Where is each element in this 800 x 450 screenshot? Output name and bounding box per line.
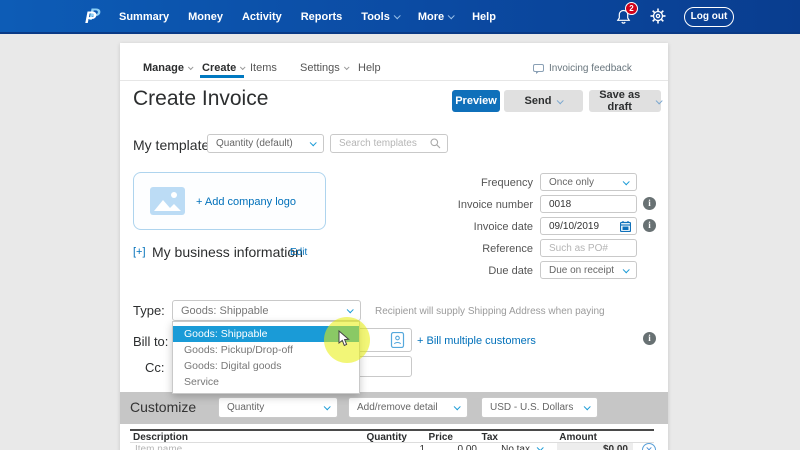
menu-option-goods-digital[interactable]: Goods: Digital goods <box>173 358 359 374</box>
bill-to-label: Bill to: <box>133 334 168 349</box>
notification-count-badge: 2 <box>625 2 638 15</box>
logout-button[interactable]: Log out <box>684 7 734 27</box>
item-row-description <box>135 444 285 450</box>
invoice-date-input[interactable] <box>541 221 620 232</box>
chevron-down-icon <box>393 12 400 19</box>
due-date-label: Due date <box>443 265 533 277</box>
customize-quantity-select[interactable]: Quantity <box>218 397 338 418</box>
invoice-number-label: Invoice number <box>443 199 533 211</box>
paypal-invoicing-screen: P P Summary Money Activity Reports Tools… <box>0 0 800 450</box>
bill-to-info-icon[interactable]: i <box>643 332 656 345</box>
menu-option-service[interactable]: Service <box>173 374 359 390</box>
chevron-down-icon <box>454 403 461 410</box>
reference-input[interactable] <box>541 243 636 254</box>
remove-row-icon[interactable]: ✕ <box>642 443 656 450</box>
nav-item-money[interactable]: Money <box>188 11 223 23</box>
tab-create[interactable]: Create <box>202 62 244 74</box>
page-title: Create Invoice <box>133 87 268 111</box>
type-dropdown-menu: Goods: Shippable Goods: Pickup/Drop-off … <box>172 321 360 394</box>
invoice-date-label: Invoice date <box>443 221 533 233</box>
tab-help[interactable]: Help <box>358 62 381 74</box>
bill-multiple-customers-link[interactable]: + Bill multiple customers <box>417 335 536 347</box>
nav-item-activity[interactable]: Activity <box>242 11 282 23</box>
invoice-date-field <box>540 217 637 235</box>
invoicing-feedback-link[interactable]: Invoicing feedback <box>533 63 632 74</box>
send-button[interactable]: Send <box>504 90 583 112</box>
edit-business-info-link[interactable]: Edit <box>290 247 307 258</box>
search-templates-input[interactable] <box>331 138 430 149</box>
template-select[interactable]: Quantity (default) <box>207 134 324 153</box>
chevron-down-icon <box>584 403 591 410</box>
invoice-date-info-icon[interactable]: i <box>643 219 656 232</box>
currency-select[interactable]: USD - U.S. Dollars <box>481 397 598 418</box>
nav-item-tools[interactable]: Tools <box>361 11 399 23</box>
preview-button[interactable]: Preview <box>452 90 500 112</box>
business-info-label: My business information <box>152 244 303 260</box>
item-row-tax-select[interactable]: No tax <box>488 444 530 450</box>
tab-items[interactable]: Items <box>250 62 277 74</box>
chevron-down-icon <box>310 139 317 146</box>
calendar-icon[interactable] <box>620 221 631 232</box>
type-select-trigger[interactable]: Goods: Shippable <box>172 300 361 321</box>
top-nav: P P Summary Money Activity Reports Tools… <box>0 0 800 34</box>
image-placeholder-icon <box>150 187 185 215</box>
frequency-label: Frequency <box>443 177 533 189</box>
frequency-select[interactable]: Once only <box>540 173 637 191</box>
add-company-logo-label[interactable]: + Add company logo <box>196 196 296 208</box>
invoice-number-input[interactable] <box>541 199 636 210</box>
nav-item-more[interactable]: More <box>418 11 453 23</box>
save-as-draft-button[interactable]: Save as draft <box>589 90 661 112</box>
table-top-border <box>130 429 654 431</box>
menu-option-goods-pickup[interactable]: Goods: Pickup/Drop-off <box>173 342 359 358</box>
nav-item-reports[interactable]: Reports <box>301 11 343 23</box>
search-icon <box>430 138 441 149</box>
menu-option-goods-shippable[interactable]: Goods: Shippable <box>173 326 359 342</box>
chevron-down-icon <box>623 266 630 273</box>
paypal-logo[interactable]: P P <box>84 5 106 29</box>
nav-links: Summary Money Activity Reports Tools Mor… <box>119 0 496 34</box>
cc-label: Cc: <box>145 360 165 375</box>
divider <box>120 80 668 81</box>
expand-business-info-icon[interactable]: [+] <box>133 246 146 258</box>
invoice-number-info-icon[interactable]: i <box>643 197 656 210</box>
address-book-icon[interactable] <box>390 332 405 348</box>
paypal-logo-front-p: P <box>85 8 96 28</box>
due-date-select[interactable]: Due on receipt <box>540 261 637 279</box>
settings-gear-icon[interactable] <box>650 8 666 29</box>
tab-settings[interactable]: Settings <box>300 62 348 74</box>
tab-manage[interactable]: Manage <box>143 62 192 74</box>
chevron-down-icon <box>347 306 354 313</box>
item-row-price[interactable]: 0.00 <box>440 444 477 450</box>
item-row-quantity[interactable]: 1 <box>400 444 425 450</box>
active-tab-underline <box>200 75 244 78</box>
chevron-down-icon <box>448 12 455 19</box>
template-search <box>330 134 448 153</box>
item-row-amount: $0.00 <box>560 444 628 450</box>
reference-field <box>540 239 637 257</box>
chevron-down-icon <box>557 97 564 104</box>
nav-item-help[interactable]: Help <box>472 11 496 23</box>
nav-item-summary[interactable]: Summary <box>119 11 169 23</box>
type-hint-text: Recipient will supply Shipping Address w… <box>375 306 605 317</box>
item-name-input[interactable] <box>135 444 285 450</box>
invoice-number-field <box>540 195 637 213</box>
reference-label: Reference <box>443 243 533 255</box>
my-templates-label: My templates <box>133 137 216 153</box>
add-remove-detail-select[interactable]: Add/remove detail <box>348 397 468 418</box>
speech-bubble-icon <box>533 64 544 74</box>
customize-label: Customize <box>130 399 196 415</box>
chevron-down-icon <box>324 403 331 410</box>
chevron-down-icon <box>623 178 630 185</box>
type-label: Type: <box>133 303 165 318</box>
